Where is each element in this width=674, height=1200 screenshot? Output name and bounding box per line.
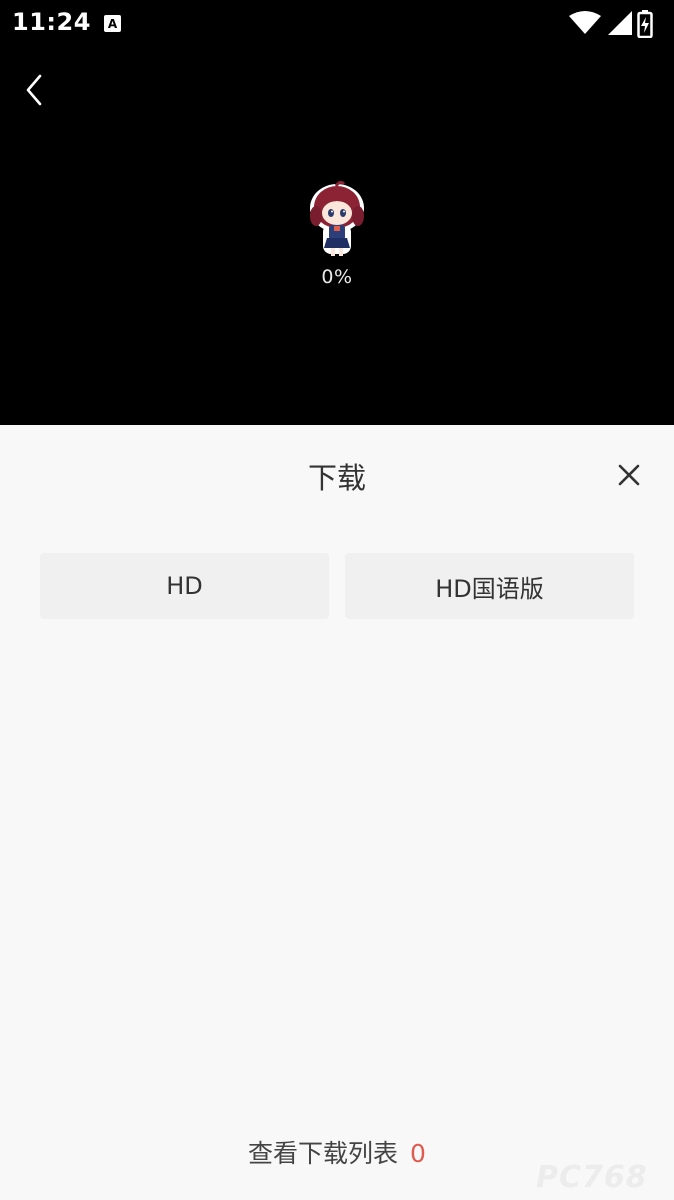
download-sheet: 下载 HD HD国语版 查看下载列表 0: [0, 425, 674, 1200]
quality-option-hd-mandarin[interactable]: HD国语版: [345, 553, 634, 619]
back-button[interactable]: [18, 68, 58, 112]
loading-percent: 0%: [321, 266, 353, 288]
keyboard-icon: A: [104, 15, 121, 32]
close-button[interactable]: [612, 458, 646, 492]
battery-icon: [637, 10, 653, 38]
quality-option-hd[interactable]: HD: [40, 553, 329, 619]
status-bar: 11:24 A: [0, 0, 674, 50]
mascot-icon: [310, 180, 364, 256]
watermark-logo: PC768: [536, 1160, 648, 1195]
sheet-title: 下载: [307, 461, 366, 495]
loading-indicator: 0%: [297, 180, 377, 288]
wifi-icon: [569, 11, 601, 34]
signal-icon: [608, 11, 632, 35]
chevron-left-icon: [26, 74, 42, 106]
download-count-badge: 0: [410, 1139, 426, 1168]
close-icon: [618, 464, 640, 486]
video-player[interactable]: 11:24 A 0%: [0, 0, 674, 425]
status-time: 11:24: [12, 8, 91, 36]
download-list-label: 查看下载列表: [248, 1139, 399, 1168]
